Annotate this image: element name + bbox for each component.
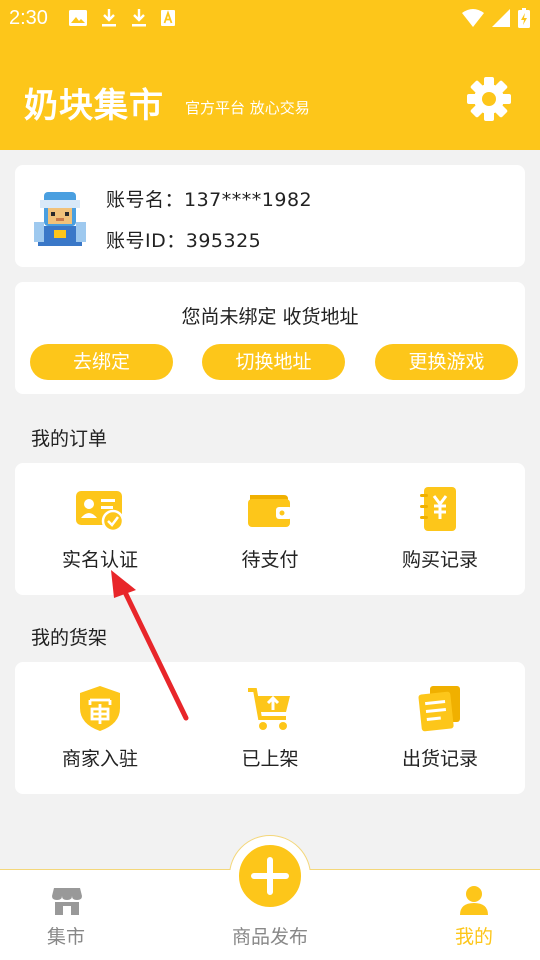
orders-card: 实名认证 待支付 购买记录 [15, 463, 525, 595]
shield-icon [80, 686, 120, 731]
account-name: 账号名：137****1982 [106, 189, 313, 211]
battery-charging-icon [518, 8, 530, 28]
person-icon [460, 886, 488, 915]
document-stack-icon [418, 686, 460, 732]
font-a-icon [161, 10, 175, 26]
notification-icons [68, 8, 176, 28]
shipping-history-label: 出货记录 [401, 748, 478, 770]
settings-button[interactable] [466, 76, 512, 122]
merchant-join-label: 商家入驻 [61, 748, 138, 770]
nav-market[interactable]: 集市 [16, 870, 116, 960]
download-icon [102, 9, 116, 27]
real-name-auth-item[interactable]: 实名认证 [15, 463, 185, 595]
cart-upload-icon [248, 688, 290, 730]
avatar[interactable] [30, 186, 90, 246]
yuan-notebook-icon [420, 487, 456, 531]
download-icon [132, 9, 146, 27]
shelf-section-title: 我的货架 [31, 627, 108, 649]
app-title: 奶块集市 [24, 86, 164, 126]
shipping-history-item[interactable]: 出货记录 [355, 662, 525, 794]
nav-mine[interactable]: 我的 [424, 870, 524, 960]
system-icons [462, 8, 530, 28]
purchase-history-label: 购买记录 [401, 549, 478, 571]
account-id: 账号ID：395325 [106, 230, 262, 252]
purchase-history-item[interactable]: 购买记录 [355, 463, 525, 595]
switch-address-button[interactable]: 切换地址 [202, 344, 345, 380]
bind-address-button[interactable]: 去绑定 [30, 344, 173, 380]
status-bar: 2:30 [0, 0, 540, 36]
address-card: 您尚未绑定 收货地址 去绑定 切换地址 更换游戏 [15, 282, 525, 394]
publish-fab-button[interactable] [236, 842, 304, 910]
id-card-icon [76, 491, 125, 533]
account-card: 账号名：137****1982 账号ID：395325 [15, 165, 525, 267]
wallet-icon [248, 495, 292, 527]
app-slogan: 官方平台 放心交易 [185, 99, 310, 117]
orders-section-title: 我的订单 [31, 428, 108, 450]
image-icon [69, 10, 87, 26]
pending-payment-item[interactable]: 待支付 [185, 463, 355, 595]
status-time: 2:30 [9, 7, 48, 29]
merchant-join-item[interactable]: 商家入驻 [15, 662, 185, 794]
nav-mine-label: 我的 [454, 926, 493, 948]
nav-market-label: 集市 [46, 926, 85, 948]
app-header: 2:30 奶块集市 官方平台 放心交易 [0, 0, 540, 150]
plus-icon [251, 857, 289, 895]
wifi-icon [462, 9, 484, 27]
real-name-auth-label: 实名认证 [61, 549, 138, 571]
gear-icon [467, 77, 511, 121]
signal-icon [492, 9, 510, 27]
address-status: 您尚未绑定 收货地址 [181, 306, 359, 328]
store-icon [52, 888, 82, 915]
listed-label: 已上架 [241, 748, 299, 770]
shelf-card: 商家入驻 已上架 出货记录 [15, 662, 525, 794]
listed-item[interactable]: 已上架 [185, 662, 355, 794]
nav-publish-label: 商品发布 [231, 926, 308, 948]
pending-payment-label: 待支付 [241, 549, 299, 571]
change-game-button[interactable]: 更换游戏 [375, 344, 518, 380]
